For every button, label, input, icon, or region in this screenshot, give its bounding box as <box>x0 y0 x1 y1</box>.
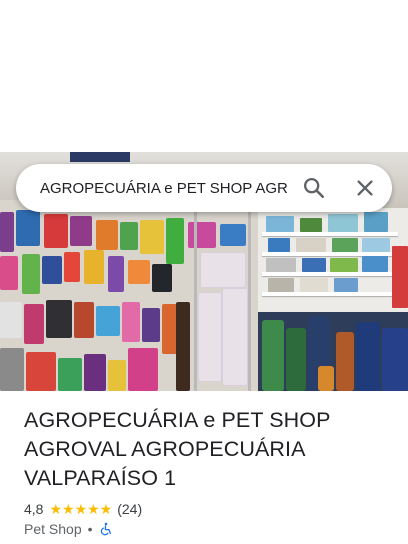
product <box>44 214 68 248</box>
sack <box>262 320 284 391</box>
search-button[interactable] <box>300 174 328 202</box>
rack-pole <box>194 212 197 391</box>
search-bar[interactable]: AGROPECUÁRIA e PET SHOP AGROVAL AGROPECU… <box>16 164 392 212</box>
product <box>70 216 92 246</box>
category-row: Pet Shop • <box>24 519 113 539</box>
shelf-product <box>300 278 328 292</box>
product <box>84 250 104 284</box>
ceiling-fixture <box>70 152 130 162</box>
product <box>122 302 140 342</box>
product <box>176 302 190 391</box>
shelf-product <box>332 238 358 252</box>
rating-value: 4,8 <box>24 501 44 517</box>
shelf-product <box>334 278 358 292</box>
product <box>166 218 184 264</box>
product <box>96 306 120 336</box>
shelf-product <box>364 212 388 232</box>
product <box>120 222 138 250</box>
shelf <box>262 232 398 236</box>
shelf-product <box>330 258 358 272</box>
search-input[interactable]: AGROPECUÁRIA e PET SHOP AGROVAL AGROPECU… <box>40 178 288 200</box>
product <box>84 354 106 391</box>
sack <box>356 322 380 391</box>
shelf-product <box>362 256 388 272</box>
product <box>0 348 24 391</box>
product <box>46 300 72 338</box>
shelf-product <box>266 258 296 272</box>
product <box>0 212 14 252</box>
product <box>96 220 118 250</box>
product <box>42 256 62 284</box>
promo-sign <box>392 246 408 308</box>
review-count[interactable]: (24) <box>117 499 142 519</box>
wheelchair-accessible-icon <box>99 522 113 536</box>
search-icon <box>303 177 325 199</box>
sack <box>336 332 354 391</box>
packaged-item <box>198 292 222 382</box>
shelf-product <box>300 218 322 232</box>
separator-dot: • <box>87 521 93 537</box>
shelf <box>262 292 398 296</box>
shelf <box>262 272 398 276</box>
shelf-product <box>268 238 290 252</box>
shelf-product <box>296 238 326 252</box>
shelf-product <box>266 216 294 232</box>
product <box>128 348 158 391</box>
rack-pole <box>248 212 251 391</box>
product <box>64 252 80 282</box>
sack <box>286 328 306 391</box>
place-title: AGROPECUÁRIA e PET SHOP AGROVAL AGROPECU… <box>24 408 331 490</box>
shelf-product <box>362 238 390 252</box>
shelf-product <box>268 278 294 292</box>
product <box>140 220 164 254</box>
packaged-item <box>200 252 246 288</box>
star-rating: ★★★★★ <box>49 501 113 517</box>
product <box>108 360 126 391</box>
product <box>108 256 124 292</box>
product <box>26 352 56 391</box>
product <box>24 304 44 344</box>
blank-header-area <box>0 0 408 152</box>
product <box>128 260 150 284</box>
product <box>0 256 18 290</box>
product <box>0 302 22 338</box>
sack <box>382 328 408 391</box>
shelf-product <box>302 258 326 272</box>
product <box>16 210 40 246</box>
clear-search-button[interactable] <box>351 174 379 202</box>
product <box>152 264 172 292</box>
product <box>74 302 94 338</box>
sack <box>318 366 334 391</box>
packaged-item <box>222 288 248 386</box>
product <box>188 222 216 248</box>
close-icon <box>357 180 373 196</box>
product <box>142 308 160 342</box>
shelf-product <box>328 214 358 232</box>
rating-row[interactable]: 4,8 ★★★★★ (24) <box>24 499 142 519</box>
place-category: Pet Shop <box>24 521 82 537</box>
product <box>22 254 40 294</box>
product <box>220 224 246 246</box>
product <box>58 358 82 391</box>
